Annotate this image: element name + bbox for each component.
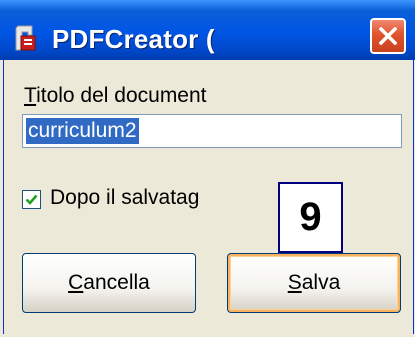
document-title-input[interactable]: curriculum2: [22, 114, 402, 148]
cancel-button[interactable]: Cancella: [22, 253, 196, 313]
close-icon: [379, 27, 397, 45]
pdfcreator-app-icon: [15, 25, 36, 51]
document-title-value: curriculum2: [26, 118, 139, 144]
after-save-checkbox[interactable]: [22, 190, 41, 209]
document-title-mnemonic: T: [24, 84, 37, 107]
document-title-label: Titolo del document: [24, 84, 207, 108]
after-save-label[interactable]: Dopo il salvatag: [50, 186, 199, 210]
save-label: alva: [301, 271, 341, 294]
document-title-label-text: itolo del document: [36, 84, 207, 107]
title-bar[interactable]: PDFCreator (: [0, 0, 415, 60]
checkmark-icon: [25, 194, 38, 205]
cancel-label: ancella: [83, 271, 150, 294]
cancel-mnemonic: C: [68, 271, 84, 294]
step-number-badge: 9: [278, 182, 343, 253]
window-title: PDFCreator (: [52, 24, 215, 54]
save-mnemonic: S: [287, 271, 302, 294]
save-button[interactable]: Salva: [227, 253, 401, 313]
close-button[interactable]: [370, 18, 406, 54]
pdfcreator-dialog: PDFCreator ( Titolo del document curricu…: [0, 0, 415, 337]
